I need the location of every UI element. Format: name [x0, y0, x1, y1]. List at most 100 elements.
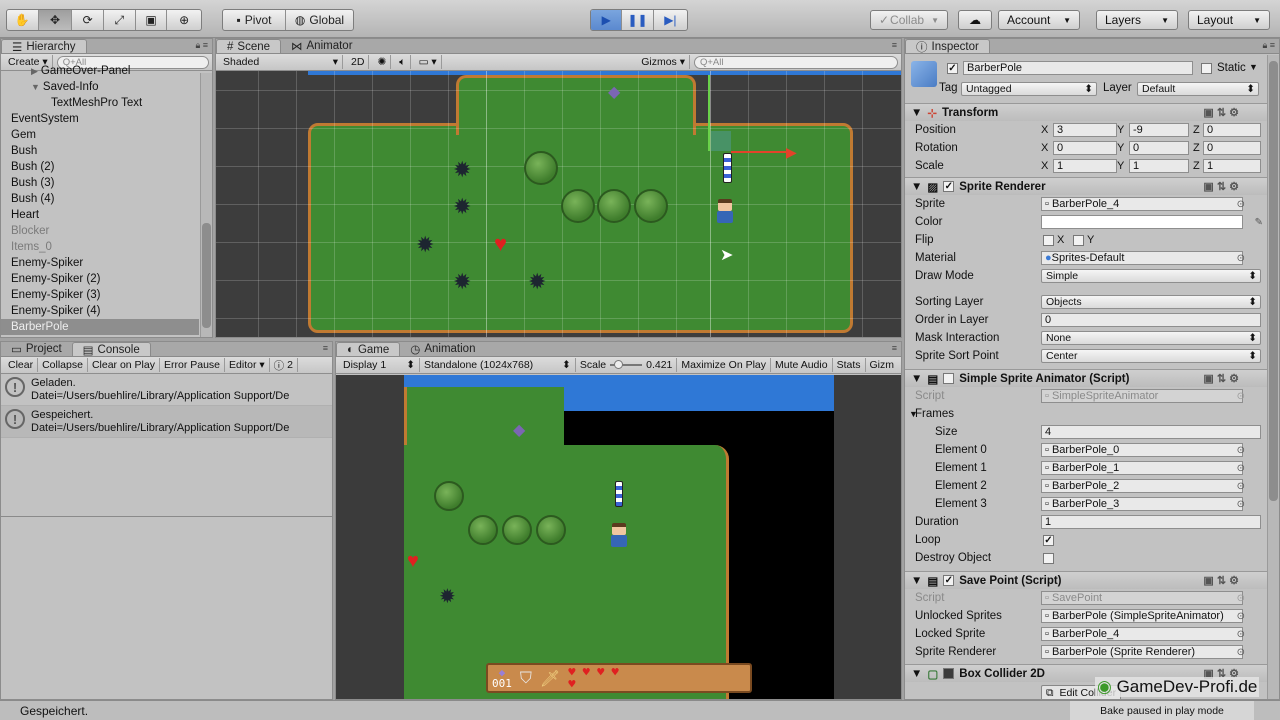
panel-menu-icon[interactable]: ≡: [892, 40, 897, 50]
loop-checkbox[interactable]: ✓: [1043, 534, 1054, 546]
simple-animator-enabled-checkbox[interactable]: [943, 373, 955, 384]
display-dropdown[interactable]: Display 1 ⬍: [339, 358, 420, 372]
object-picker-icon[interactable]: ⊙: [1237, 199, 1245, 210]
console-entry[interactable]: ! Gespeichert. Datei=/Users/buehlire/Libra…: [1, 406, 332, 438]
hierarchy-scroll-thumb[interactable]: [202, 223, 211, 328]
frame-element-field[interactable]: ▫ BarberPole_3: [1041, 497, 1243, 511]
clear-on-play-button[interactable]: Clear on Play: [88, 358, 160, 372]
barberpole-sprite[interactable]: [723, 153, 732, 183]
material-field[interactable]: ● Sprites-Default: [1041, 251, 1243, 265]
sprite-renderer-enabled-checkbox[interactable]: ✓: [943, 181, 955, 192]
color-swatch[interactable]: [1041, 215, 1243, 229]
simple-animator-header[interactable]: ▼ ▤ Simple Sprite Animator (Script) ▣ ⇅ ⚙: [905, 369, 1267, 387]
scene-search-input[interactable]: Q+All: [694, 55, 898, 69]
lock-icon[interactable]: 🔒︎ ≡: [195, 40, 208, 51]
move-gizmo-plane[interactable]: [711, 131, 731, 151]
hierarchy-item[interactable]: Enemy-Spiker (4): [1, 303, 199, 319]
rect-tool-icon[interactable]: ▣: [136, 10, 168, 30]
hierarchy-item[interactable]: TextMeshPro Text: [1, 95, 199, 111]
object-picker-icon[interactable]: ⊙: [1237, 481, 1245, 492]
flip-y-checkbox[interactable]: [1073, 234, 1084, 246]
scale-slider-knob[interactable]: [614, 360, 624, 369]
transform-x-field[interactable]: 0: [1053, 141, 1117, 155]
layer-dropdown[interactable]: Default ⬍: [1137, 82, 1259, 96]
object-picker-icon[interactable]: ⊙: [1237, 499, 1245, 510]
game-gizmos-toggle[interactable]: Gizm: [866, 358, 899, 372]
transform-z-field[interactable]: 0: [1203, 141, 1261, 155]
hierarchy-item[interactable]: Gem: [1, 127, 199, 143]
tab-console[interactable]: ▤ Console: [71, 342, 151, 357]
info-count-toggle[interactable]: ⓘ 2: [270, 358, 298, 372]
frames-row[interactable]: ▼ Frames: [905, 405, 1267, 423]
eyedropper-icon[interactable]: ✎: [1255, 217, 1263, 228]
foldout-icon[interactable]: ▼: [31, 82, 40, 92]
tab-scene[interactable]: # Scene: [216, 39, 282, 53]
sort-point-dropdown[interactable]: Center ⬍: [1041, 349, 1261, 363]
collab-dropdown[interactable]: ✓ Collab ▼: [870, 10, 948, 30]
scale-slider-track[interactable]: [610, 360, 643, 369]
tag-dropdown[interactable]: Untagged ⬍: [961, 82, 1097, 96]
hierarchy-item[interactable]: Bush: [1, 143, 199, 159]
axis-x-label[interactable]: X: [1041, 124, 1048, 136]
renderer-field[interactable]: ▫ BarberPole (Sprite Renderer): [1041, 645, 1243, 659]
mask-dropdown[interactable]: None ⬍: [1041, 331, 1261, 345]
hand-tool-icon[interactable]: ✋: [7, 10, 39, 30]
axis-z-label[interactable]: Z: [1193, 160, 1200, 172]
active-checkbox[interactable]: ✓: [947, 63, 958, 74]
collapse-button[interactable]: Collapse: [38, 358, 88, 372]
scale-slider[interactable]: Scale 0.421: [576, 358, 678, 372]
axis-z-label[interactable]: Z: [1193, 142, 1200, 154]
image-effects-icon[interactable]: ▭ ▾: [415, 55, 442, 69]
scene-viewport[interactable]: ◆ ✹ ✹ ✹ ✹ ✹ ♥ ▶ ➤: [216, 71, 901, 337]
transform-z-field[interactable]: 0: [1203, 123, 1261, 137]
flip-x-checkbox[interactable]: [1043, 234, 1054, 246]
unlocked-field[interactable]: ▫ BarberPole (SimpleSpriteAnimator): [1041, 609, 1243, 623]
axis-x-label[interactable]: X: [1041, 160, 1048, 172]
hierarchy-item[interactable]: Enemy-Spiker: [1, 255, 199, 271]
scale-tool-icon[interactable]: ⤢: [104, 10, 136, 30]
tab-animation[interactable]: ◷ Animation: [400, 342, 485, 356]
settings-icons[interactable]: ▣ ⇅ ⚙: [1203, 180, 1239, 193]
transform-y-field[interactable]: 1: [1129, 159, 1189, 173]
editor-dropdown[interactable]: Editor ▾: [225, 358, 270, 372]
foldout-icon[interactable]: ▶: [31, 66, 38, 76]
game-screen[interactable]: ◆ ♥ ✹ ◆ 001 ⛉ 🗡︎ ♥ ♥ ♥ ♥ ♥: [404, 375, 834, 699]
pause-button[interactable]: ❚❚: [622, 10, 654, 30]
hierarchy-item[interactable]: Enemy-Spiker (3): [1, 287, 199, 303]
tab-animator[interactable]: ⋈ Animator: [281, 39, 363, 53]
error-pause-button[interactable]: Error Pause: [160, 358, 226, 372]
lock-icon[interactable]: 🔒︎ ≡: [1262, 40, 1275, 51]
mute-toggle[interactable]: Mute Audio: [771, 358, 833, 372]
tab-hierarchy[interactable]: ☰ Hierarchy: [1, 39, 87, 54]
shading-dropdown[interactable]: Shaded ▾: [219, 55, 343, 69]
move-tool-icon[interactable]: ✥: [38, 10, 73, 30]
stats-toggle[interactable]: Stats: [833, 358, 866, 372]
hierarchy-item[interactable]: Bush (4): [1, 191, 199, 207]
transform-y-field[interactable]: 0: [1129, 141, 1189, 155]
step-button[interactable]: ▶|: [654, 10, 687, 30]
object-picker-icon[interactable]: ⊙: [1237, 611, 1245, 622]
gizmos-dropdown[interactable]: Gizmos ▾: [637, 55, 690, 69]
settings-icons[interactable]: ▣ ⇅ ⚙: [1203, 106, 1239, 119]
hierarchy-item[interactable]: Blocker: [1, 223, 199, 239]
hierarchy-item[interactable]: Bush (2): [1, 159, 199, 175]
order-field[interactable]: 0: [1041, 313, 1261, 327]
arrow-right-icon[interactable]: ▶: [786, 144, 797, 161]
inspector-scrollbar[interactable]: [1267, 55, 1279, 699]
maximize-toggle[interactable]: Maximize On Play: [677, 358, 772, 372]
transform-x-field[interactable]: 3: [1053, 123, 1117, 137]
play-button[interactable]: ▶: [591, 10, 623, 30]
object-picker-icon[interactable]: ⊙: [1237, 647, 1245, 658]
size-field[interactable]: 4: [1041, 425, 1261, 439]
settings-icons[interactable]: ▣ ⇅ ⚙: [1203, 372, 1239, 385]
save-point-enabled-checkbox[interactable]: ✓: [943, 575, 955, 586]
inspector-scroll-thumb[interactable]: [1269, 61, 1278, 501]
move-gizmo-y-axis[interactable]: [708, 75, 710, 151]
transform-z-field[interactable]: 1: [1203, 159, 1261, 173]
save-point-header[interactable]: ▼ ▤ ✓ Save Point (Script) ▣ ⇅ ⚙: [905, 571, 1267, 589]
panel-menu-icon[interactable]: ≡: [892, 343, 897, 353]
clear-button[interactable]: Clear: [4, 358, 39, 372]
2d-toggle[interactable]: 2D: [347, 55, 370, 69]
console-entry[interactable]: ! Geladen. Datei=/Users/buehlire/Library/A…: [1, 374, 332, 406]
object-picker-icon[interactable]: ⊙: [1237, 463, 1245, 474]
